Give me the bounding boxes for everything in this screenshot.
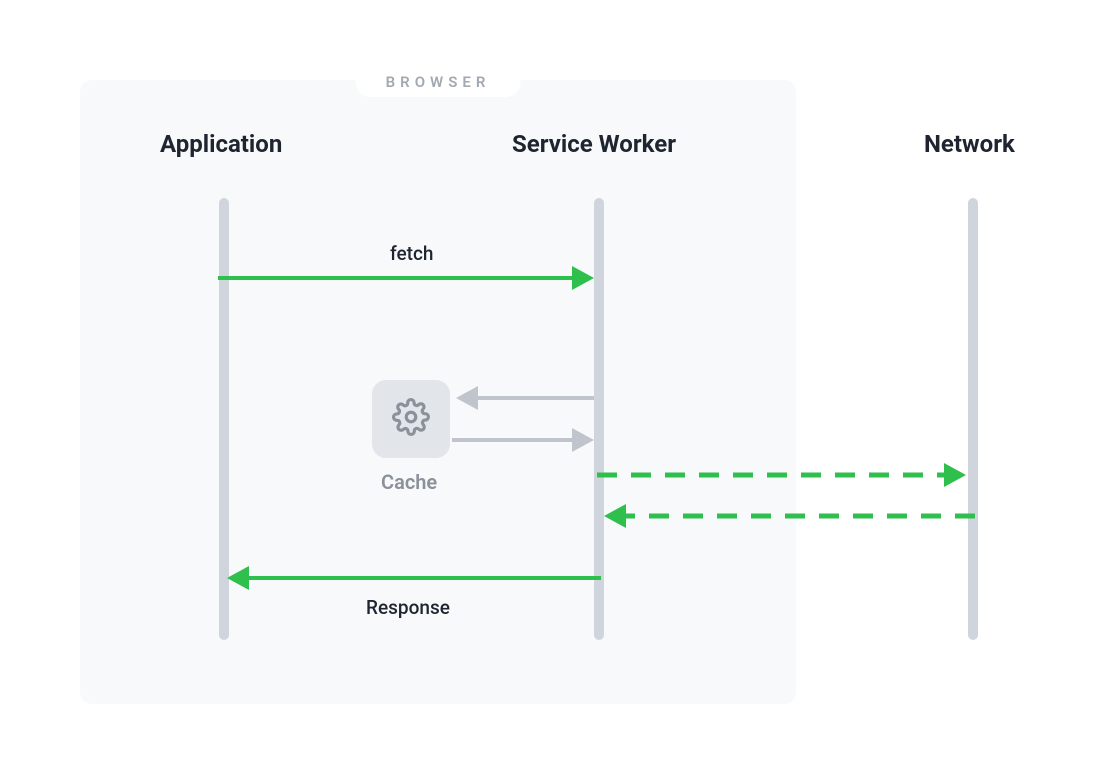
gear-icon <box>392 398 430 440</box>
message-response-label: Response <box>366 596 450 619</box>
browser-label: BROWSER <box>356 67 521 97</box>
lifeline-application <box>219 198 229 640</box>
message-fetch-label: fetch <box>390 242 433 265</box>
actor-service-worker-title: Service Worker <box>512 130 676 158</box>
actor-application-title: Application <box>160 130 282 158</box>
cache-box <box>372 380 450 458</box>
cache-label: Cache <box>381 470 437 494</box>
actor-network-title: Network <box>924 130 1015 158</box>
lifeline-network <box>968 198 978 640</box>
lifeline-service-worker <box>594 198 604 640</box>
